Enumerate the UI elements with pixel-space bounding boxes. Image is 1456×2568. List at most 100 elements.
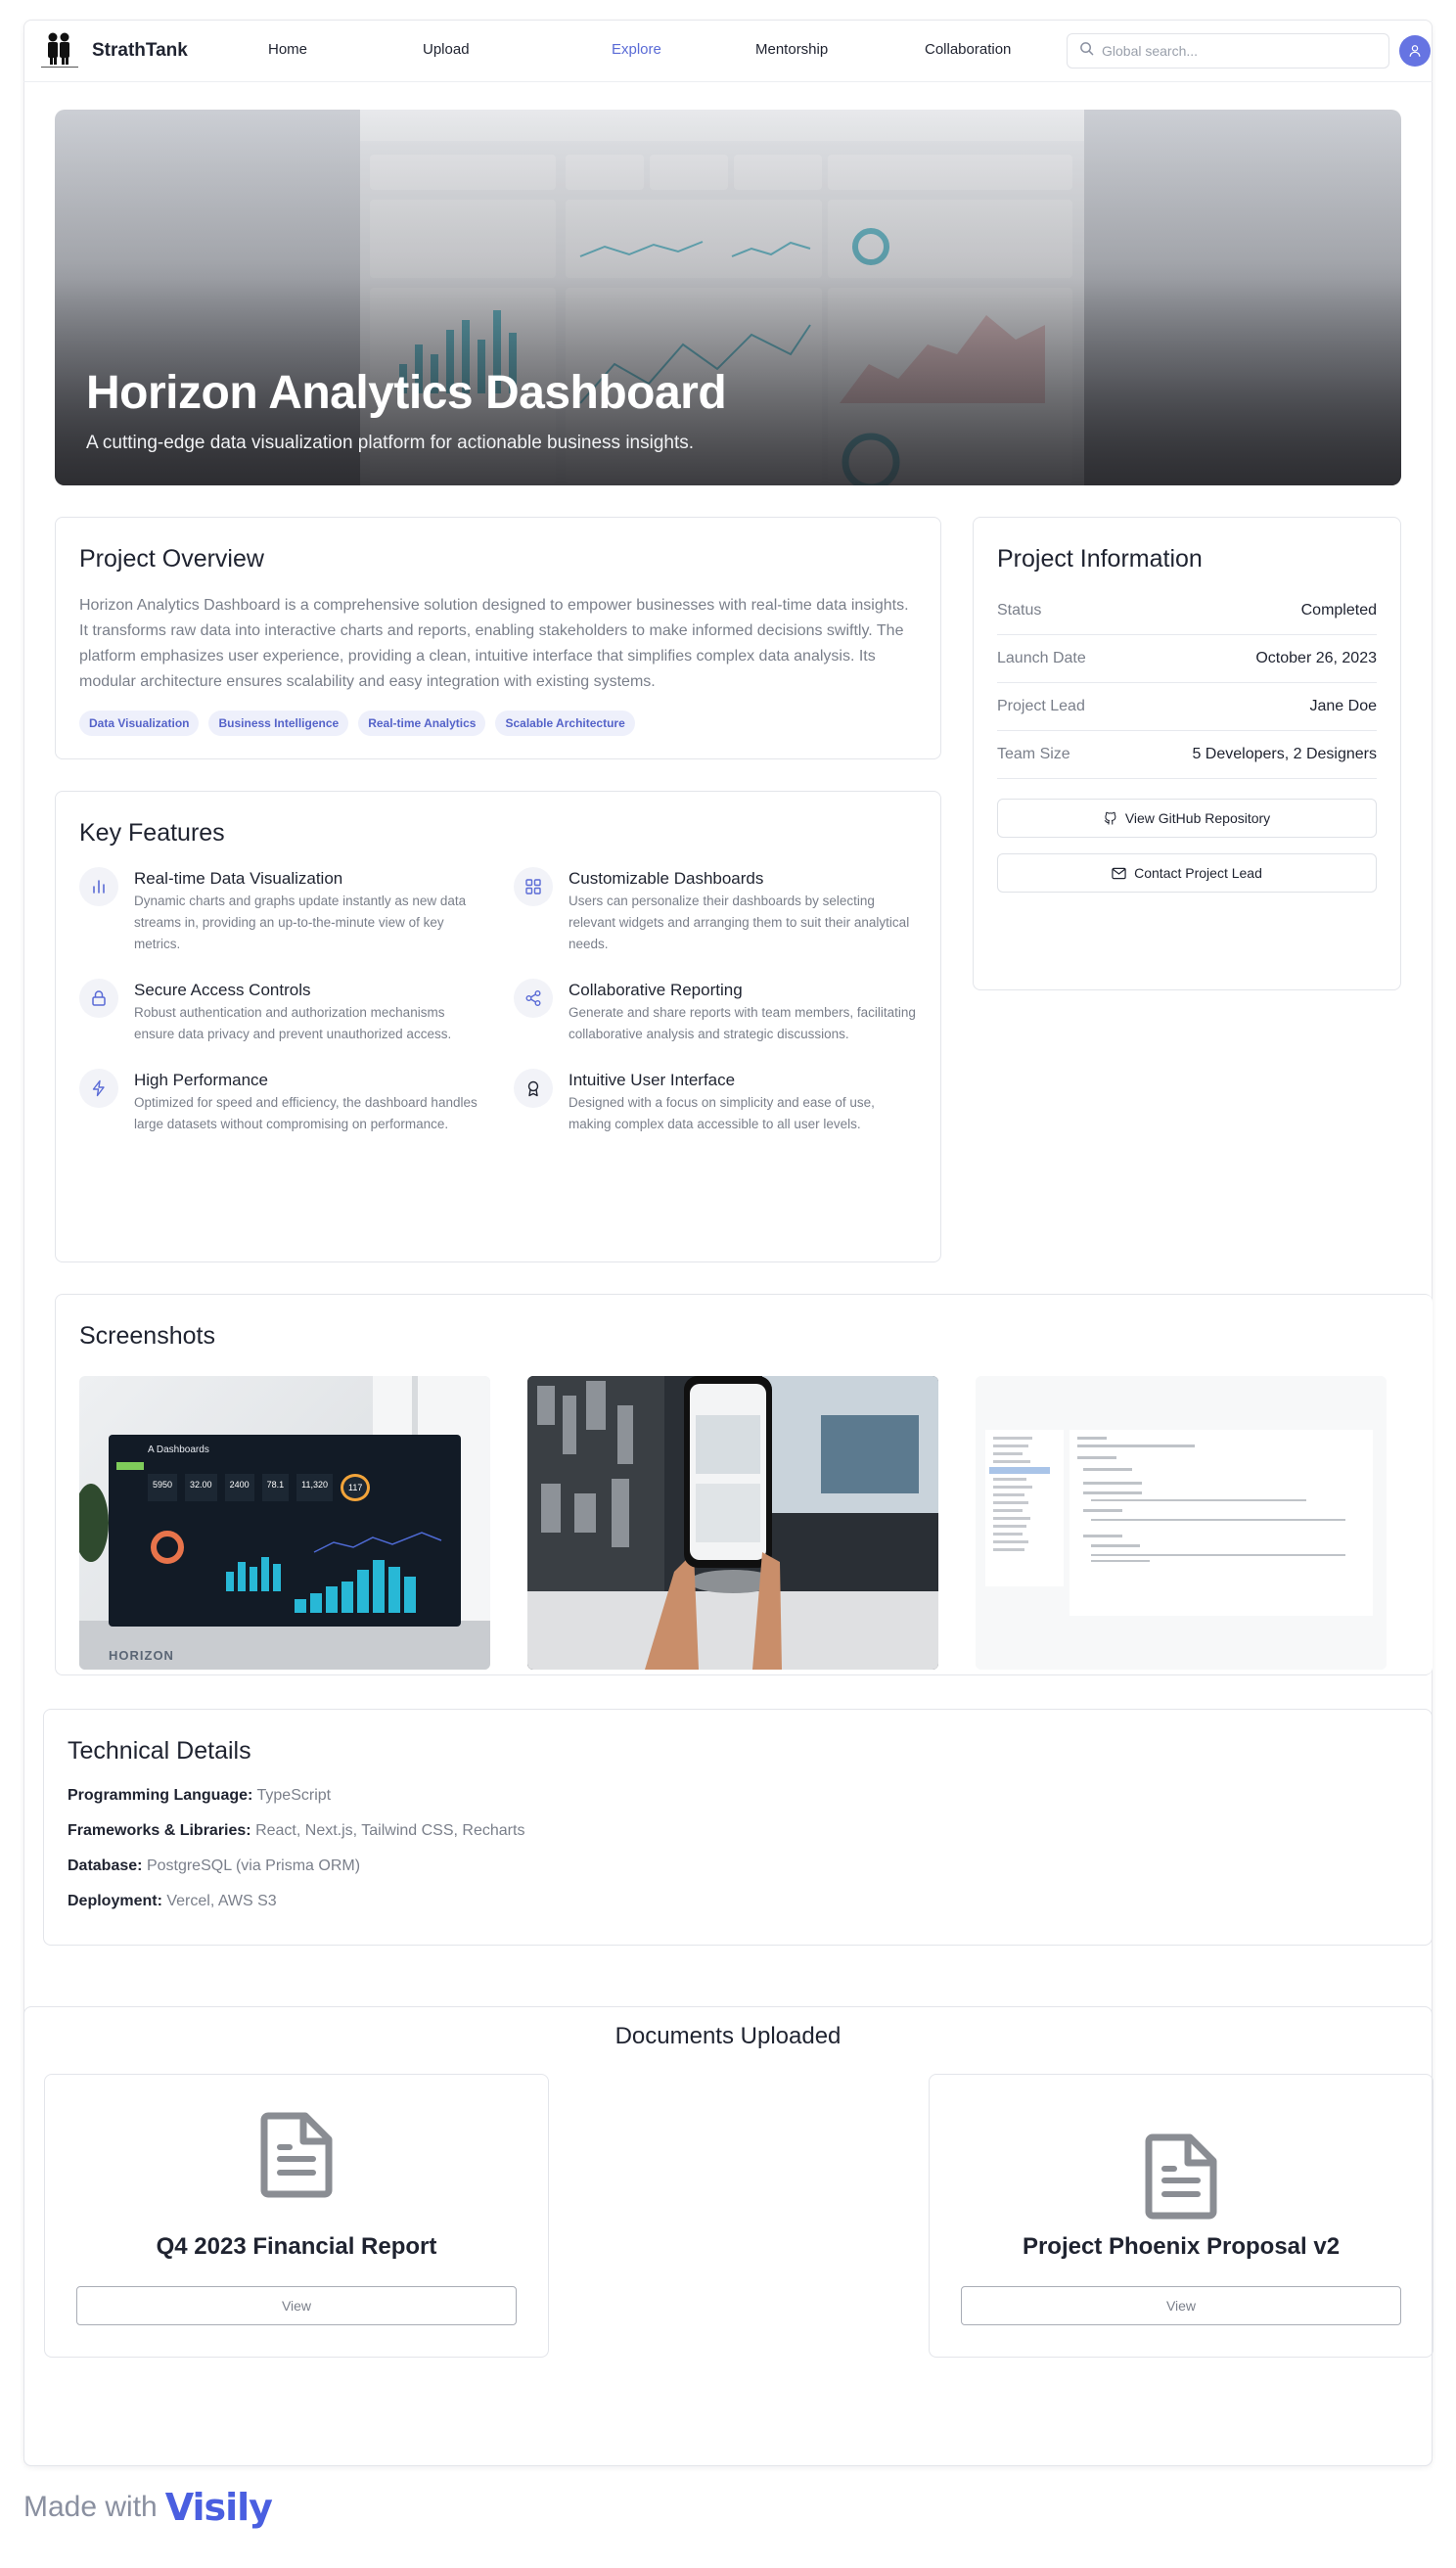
hero-subtitle: A cutting-edge data visualization platfo… (86, 433, 695, 453)
tech-row-deployment: Deployment: Vercel, AWS S3 (68, 1893, 1408, 1910)
info-key: Launch Date (997, 650, 1086, 666)
feature-title: Customizable Dashboards (569, 869, 764, 888)
info-key: Status (997, 602, 1042, 619)
nav-upload[interactable]: Upload (423, 41, 470, 58)
made-with-text: Made with (23, 2491, 158, 2523)
view-document-button[interactable]: View (76, 2286, 517, 2325)
view-document-button[interactable]: View (961, 2286, 1401, 2325)
info-title: Project Information (997, 545, 1203, 573)
screenshot-gallery: A Dashboards 5950 32.00 2400 78.1 11,320… (79, 1376, 1409, 1670)
tech-value: React, Next.js, Tailwind CSS, Recharts (255, 1822, 525, 1839)
tech-row-database: Database: PostgreSQL (via Prisma ORM) (68, 1857, 1408, 1875)
shot1-brand: HORIZON (109, 1648, 174, 1663)
made-with-badge[interactable]: Made with Visily (23, 2486, 273, 2529)
tag-realtime-analytics[interactable]: Real-time Analytics (358, 711, 486, 736)
github-icon (1104, 811, 1116, 825)
info-row-team-size: Team Size 5 Developers, 2 Designers (997, 731, 1377, 779)
document-icon (260, 2112, 333, 2203)
tech-row-language: Programming Language: TypeScript (68, 1787, 1408, 1805)
lightning-icon (79, 1069, 118, 1108)
features-grid: Real-time Data Visualization Dynamic cha… (79, 867, 917, 1135)
tech-value: TypeScript (256, 1787, 332, 1804)
github-button[interactable]: View GitHub Repository (997, 799, 1377, 838)
tech-title: Technical Details (68, 1737, 251, 1765)
visily-logo: Visily (164, 2486, 273, 2529)
screenshot-dashboard-monitor[interactable]: A Dashboards 5950 32.00 2400 78.1 11,320… (79, 1376, 490, 1670)
document-card[interactable]: Q4 2023 Financial Report View (44, 2074, 549, 2358)
feature-desc: Dynamic charts and graphs update instant… (134, 894, 467, 951)
feature-title: Secure Access Controls (134, 981, 311, 999)
tech-key: Frameworks & Libraries: (68, 1822, 251, 1839)
info-row-launch-date: Launch Date October 26, 2023 (997, 635, 1377, 683)
project-overview-card: Project Overview Horizon Analytics Dashb… (55, 517, 941, 759)
info-row-project-lead: Project Lead Jane Doe (997, 683, 1377, 731)
user-avatar[interactable] (1399, 35, 1431, 67)
feature-item: Secure Access Controls Robust authentica… (79, 979, 514, 1045)
global-search[interactable] (1067, 33, 1389, 69)
document-card[interactable]: Project Phoenix Proposal v2 View (929, 2074, 1433, 2358)
info-list: Status Completed Launch Date October 26,… (997, 587, 1377, 779)
info-value: 5 Developers, 2 Designers (1192, 746, 1377, 762)
feature-desc: Users can personalize their dashboards b… (569, 894, 910, 951)
info-actions: View GitHub Repository Contact Project L… (997, 799, 1377, 893)
bar-chart-icon (79, 867, 118, 906)
tech-row-frameworks: Frameworks & Libraries: React, Next.js, … (68, 1822, 1408, 1840)
feature-item: Customizable Dashboards Users can person… (514, 867, 909, 955)
nav-explore[interactable]: Explore (612, 41, 661, 58)
nav-home[interactable]: Home (268, 41, 307, 58)
feature-desc: Generate and share reports with team mem… (569, 1005, 916, 1041)
info-value: October 26, 2023 (1255, 650, 1377, 666)
screenshots-card: Screenshots A Dashboards 5950 32.00 2400… (55, 1294, 1433, 1675)
info-row-status: Status Completed (997, 587, 1377, 635)
nav-collaboration[interactable]: Collaboration (925, 41, 1011, 58)
screenshot-mobile-app[interactable] (527, 1376, 938, 1670)
info-value: Completed (1300, 602, 1377, 619)
tech-value: PostgreSQL (via Prisma ORM) (146, 1857, 361, 1874)
tag-list: Data Visualization Business Intelligence… (79, 711, 917, 736)
tech-key: Database: (68, 1857, 143, 1874)
mail-icon (1112, 867, 1126, 879)
feature-title: Collaborative Reporting (569, 981, 743, 999)
document-icon (1145, 2133, 1217, 2224)
technical-details-card: Technical Details Programming Language: … (43, 1709, 1433, 1946)
document-name: Project Phoenix Proposal v2 (1022, 2233, 1341, 2260)
features-title: Key Features (79, 819, 225, 847)
github-button-label: View GitHub Repository (1124, 810, 1271, 826)
feature-title: Real-time Data Visualization (134, 869, 343, 888)
documents-title: Documents Uploaded (614, 2023, 842, 2049)
tag-data-visualization[interactable]: Data Visualization (79, 711, 200, 736)
tech-key: Programming Language: (68, 1787, 253, 1804)
key-features-card: Key Features Real-time Data Visualizatio… (55, 791, 941, 1262)
hero-banner: Horizon Analytics Dashboard A cutting-ed… (55, 110, 1401, 485)
tech-key: Deployment: (68, 1893, 162, 1909)
info-value: Jane Doe (1309, 698, 1378, 714)
contact-button-label: Contact Project Lead (1134, 865, 1262, 881)
contact-lead-button[interactable]: Contact Project Lead (997, 853, 1377, 893)
documents-section: Documents Uploaded Q4 2023 Financial Rep… (23, 2006, 1433, 2466)
feature-desc: Robust authentication and authorization … (134, 1005, 452, 1041)
tag-scalable-architecture[interactable]: Scalable Architecture (495, 711, 635, 736)
screenshot-task-list[interactable] (976, 1376, 1387, 1670)
feature-desc: Optimized for speed and efficiency, the … (134, 1095, 478, 1131)
info-key: Team Size (997, 746, 1070, 762)
tag-business-intelligence[interactable]: Business Intelligence (208, 711, 349, 736)
info-key: Project Lead (997, 698, 1085, 714)
overview-text: Horizon Analytics Dashboard is a compreh… (79, 597, 909, 690)
tech-value: Vercel, AWS S3 (166, 1893, 277, 1909)
search-icon (1079, 41, 1094, 61)
share-icon (514, 979, 553, 1018)
screenshots-title: Screenshots (79, 1322, 215, 1350)
brand-name: StrathTank (92, 40, 188, 61)
lock-icon (79, 979, 118, 1018)
grid-icon (514, 867, 553, 906)
overview-title: Project Overview (79, 545, 264, 573)
top-nav: StrathTank Home Upload Explore Mentorshi… (23, 20, 1433, 82)
project-information-card: Project Information Status Completed Lau… (973, 517, 1401, 990)
nav-mentorship[interactable]: Mentorship (755, 41, 828, 58)
feature-title: Intuitive User Interface (569, 1071, 736, 1089)
logo-icon (37, 31, 82, 70)
feature-item: High Performance Optimized for speed and… (79, 1069, 514, 1135)
brand-logo[interactable]: StrathTank (37, 31, 188, 70)
user-icon (1409, 45, 1421, 57)
search-input[interactable] (1102, 43, 1366, 59)
